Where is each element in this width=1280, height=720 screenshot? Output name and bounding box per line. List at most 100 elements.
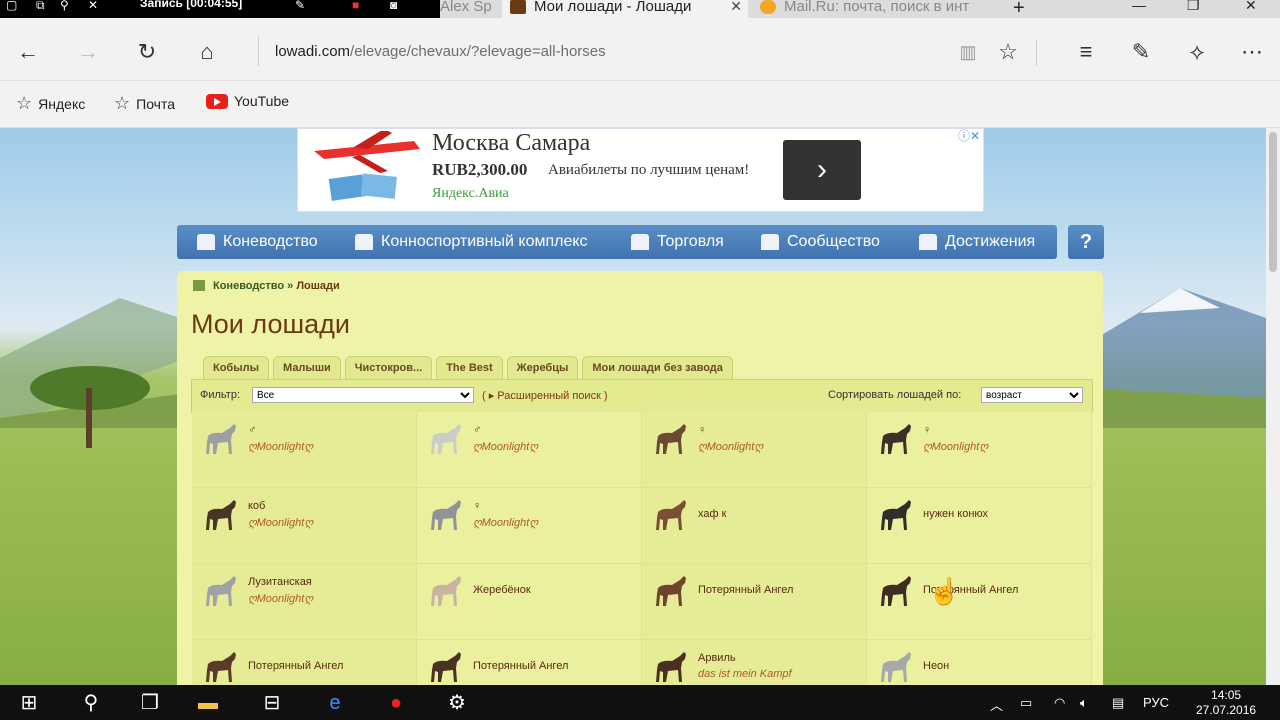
tab-mares[interactable]: Кобылы — [203, 356, 270, 379]
horse-card[interactable]: Потерянный Ангел — [867, 564, 1092, 640]
horse-icon[interactable] — [654, 422, 690, 456]
horse-icon[interactable] — [879, 422, 915, 456]
web-note-button[interactable]: ✎ — [1127, 38, 1155, 66]
settings-gear-icon[interactable]: ⚙ — [446, 692, 468, 714]
horse-card[interactable]: Жеребёнок — [417, 564, 642, 640]
horse-card[interactable]: ♀ ღMoonlightღ — [642, 412, 867, 488]
horse-card[interactable]: Арвиль das ist mein Kampf — [642, 640, 867, 685]
horse-icon[interactable] — [204, 574, 240, 608]
horse-icon[interactable] — [204, 498, 240, 532]
horse-icon[interactable] — [879, 498, 915, 532]
share-button[interactable]: ⟡ — [1183, 38, 1211, 66]
back-button[interactable]: ← — [14, 38, 42, 66]
horse-name[interactable]: Арвиль — [698, 652, 736, 664]
menu-item-trade[interactable]: Торговля — [631, 225, 724, 259]
horse-name[interactable]: ♂ — [473, 424, 481, 436]
favorite-yandex[interactable]: ☆ Яндекс — [16, 93, 85, 114]
horse-name[interactable]: ♂ — [248, 424, 256, 436]
ad-next-button[interactable]: › — [783, 140, 861, 200]
menu-item-breeding[interactable]: Коневодство — [197, 225, 318, 259]
horse-name[interactable]: Потерянный Ангел — [248, 660, 343, 672]
breadcrumb-root[interactable]: Коневодство — [213, 280, 284, 292]
horse-icon[interactable] — [429, 574, 465, 608]
tray-chevron-up-icon[interactable]: ︿ — [990, 695, 1003, 714]
advertisement-banner[interactable]: Москва Самара RUB2,300.00 Авиабилеты по … — [297, 128, 984, 212]
search-icon[interactable]: ⚲ — [80, 692, 102, 714]
favorite-mail[interactable]: ☆ Почта — [114, 93, 175, 114]
menu-item-community[interactable]: Сообщество — [761, 225, 880, 259]
horse-name[interactable]: Потерянный Ангел — [473, 660, 568, 672]
horse-icon[interactable] — [654, 498, 690, 532]
menu-item-equestrian-complex[interactable]: Конноспортивный комплекс — [355, 225, 588, 259]
clock[interactable]: 14:05 27.07.2016 — [1196, 688, 1256, 718]
forward-button[interactable]: → — [74, 38, 102, 66]
minimize-button[interactable]: — — [1132, 0, 1146, 13]
tab-thoroughbred[interactable]: Чистокров... — [344, 356, 433, 379]
horse-icon[interactable] — [204, 422, 240, 456]
horse-icon[interactable] — [429, 650, 465, 684]
hub-button[interactable]: ≡ — [1072, 38, 1100, 66]
page-scrollbar[interactable] — [1266, 128, 1280, 685]
horse-name[interactable]: Лузитанская — [248, 576, 312, 588]
ad-close-icon[interactable]: ⓘ✕ — [958, 128, 980, 144]
horse-name[interactable]: ♀ — [698, 424, 706, 436]
new-tab-button[interactable]: + — [1013, 0, 1025, 18]
language-indicator[interactable]: РУС — [1143, 695, 1169, 710]
tab-stallions[interactable]: Жеребцы — [506, 356, 579, 379]
horse-card[interactable]: ♂ ღMoonlightღ — [417, 412, 642, 488]
horse-icon[interactable] — [654, 650, 690, 684]
breadcrumb-current[interactable]: Лошади — [296, 280, 339, 292]
tab-mailru[interactable]: Mail.Ru: почта, поиск в инт — [752, 0, 998, 18]
horse-card[interactable]: Потерянный Ангел — [192, 640, 417, 685]
horse-name[interactable]: ♀ — [473, 500, 481, 512]
sort-select[interactable]: возраст — [981, 387, 1083, 403]
maximize-button[interactable]: ❐ — [1187, 0, 1200, 14]
wifi-icon[interactable]: ◠ — [1054, 695, 1065, 711]
horse-name[interactable]: Потерянный Ангел — [698, 584, 793, 596]
menu-item-achievements[interactable]: Достижения — [919, 225, 1035, 259]
horse-card[interactable]: хаф к — [642, 488, 867, 564]
horse-name[interactable]: хаф к — [698, 508, 726, 520]
reading-view-button[interactable]: ▥ — [954, 38, 982, 66]
battery-icon[interactable]: ▭ — [1020, 695, 1032, 711]
record-icon[interactable]: ● — [385, 692, 407, 714]
refresh-button[interactable]: ↻ — [133, 38, 161, 66]
horse-icon[interactable] — [429, 498, 465, 532]
tab-without-farm[interactable]: Мои лошади без завода — [582, 356, 733, 379]
horse-icon[interactable] — [204, 650, 240, 684]
filter-select[interactable]: Все — [252, 387, 474, 403]
close-window-button[interactable]: ✕ — [1245, 0, 1257, 14]
close-tab-icon[interactable]: ✕ — [730, 0, 742, 13]
horse-card[interactable]: Лузитанская ღMoonlightღ — [192, 564, 417, 640]
task-view-icon[interactable]: ❐ — [139, 692, 161, 714]
store-icon[interactable]: ⊟ — [261, 692, 283, 714]
horse-name[interactable]: ♀ — [923, 424, 931, 436]
horse-name[interactable]: Неон — [923, 660, 949, 672]
horse-card[interactable]: Неон — [867, 640, 1092, 685]
horse-card[interactable]: Потерянный Ангел — [417, 640, 642, 685]
more-button[interactable]: ⋯ — [1238, 38, 1266, 66]
horse-icon[interactable] — [654, 574, 690, 608]
tab-lowadi[interactable]: Мои лошади - Лошади ✕ — [502, 0, 748, 18]
horse-card[interactable]: ♀ ღMoonlightღ — [417, 488, 642, 564]
horse-card[interactable]: ♀ ღMoonlightღ — [867, 412, 1092, 488]
url-field[interactable]: lowadi.com/elevage/chevaux/?elevage=all-… — [258, 36, 975, 66]
start-windows-icon[interactable]: ⊞ — [18, 692, 40, 714]
horse-card[interactable]: коб ღMoonlightღ — [192, 488, 417, 564]
file-explorer-icon[interactable]: ▬ — [197, 692, 219, 714]
horse-icon[interactable] — [429, 422, 465, 456]
horse-icon[interactable] — [879, 650, 915, 684]
tab-foals[interactable]: Малыши — [273, 356, 341, 379]
horse-name[interactable]: коб — [248, 500, 265, 512]
horse-name[interactable]: Жеребёнок — [473, 584, 531, 596]
horse-card[interactable]: ♂ ღMoonlightღ — [192, 412, 417, 488]
favorite-button[interactable]: ☆ — [994, 38, 1022, 66]
horse-card[interactable]: нужен конюх — [867, 488, 1092, 564]
horse-card[interactable]: Потерянный Ангел — [642, 564, 867, 640]
tab-alex[interactable]: Alex Sp — [440, 0, 500, 18]
tab-the-best[interactable]: The Best — [436, 356, 503, 379]
horse-icon[interactable] — [879, 574, 915, 608]
notifications-icon[interactable]: ▤ — [1112, 695, 1124, 711]
edge-icon[interactable]: e — [324, 692, 346, 714]
advanced-search-link[interactable]: ( ▸ Расширенный поиск ) — [482, 389, 608, 402]
